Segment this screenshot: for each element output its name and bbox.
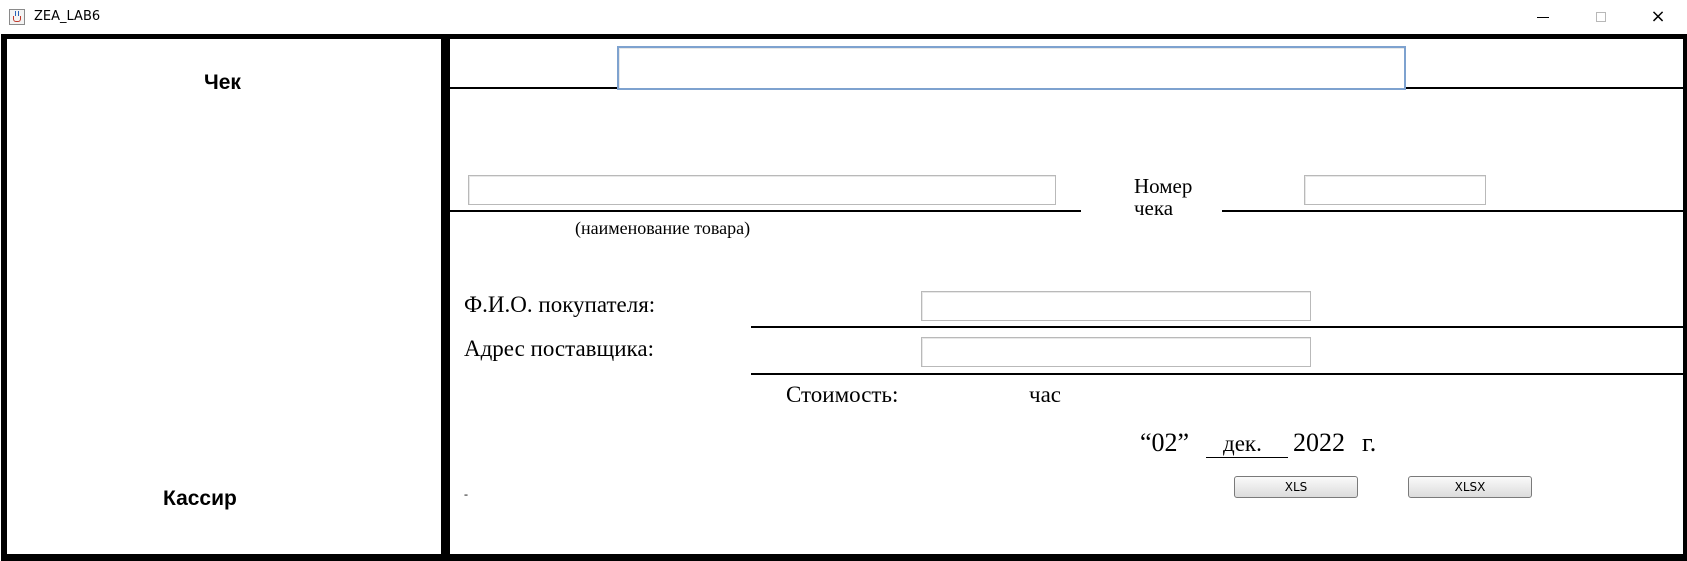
window-content: Чек Кассир (наименование товара) Номер ч… [1,34,1687,561]
maximize-button[interactable] [1572,0,1630,34]
buyer-name-input[interactable] [921,291,1311,321]
receipt-preview-panel: Чек Кассир [7,39,441,554]
cost-unit: час [1029,382,1061,407]
minimize-button[interactable] [1514,0,1572,34]
minimize-icon [1537,16,1549,18]
supplier-underline [751,373,1683,375]
java-cup-icon [9,9,25,25]
product-caption: (наименование товара) [575,218,751,238]
small-mark: - [464,487,468,501]
date-day: “02” [1140,428,1190,457]
maximize-icon [1596,12,1606,22]
close-icon: × [1650,6,1666,27]
export-xlsx-button[interactable]: XLSX [1408,476,1532,498]
receipt-form-panel: (наименование товара) Номер чека Ф.И.О. … [450,39,1683,554]
date-suffix: г. [1362,428,1377,457]
buyer-underline [751,326,1683,328]
date-year: 2022 [1293,428,1345,457]
product-name-input[interactable] [468,175,1056,205]
product-underline [450,210,1081,212]
receipt-number-label-line2: чека [1134,196,1174,220]
date-month: дек. [1223,431,1262,456]
receipt-number-label-line1: Номер [1134,174,1193,198]
export-xls-button[interactable]: XLS [1234,476,1358,498]
supplier-address-input[interactable] [921,337,1311,367]
title-bar: ZEA_LAB6 × [0,0,1687,34]
receipt-heading: Чек [204,71,241,94]
window-title: ZEA_LAB6 [34,9,101,24]
receipt-number-input[interactable] [1304,175,1486,205]
supplier-label: Адрес поставщика: [464,336,654,361]
cashier-label: Кассир [163,487,237,510]
date-month-underline [1206,457,1288,458]
cost-label: Стоимость: [786,382,899,407]
receipt-number-underline [1222,210,1683,212]
top-input[interactable] [617,46,1406,90]
close-button[interactable]: × [1629,0,1687,34]
buyer-label: Ф.И.О. покупателя: [464,292,656,317]
